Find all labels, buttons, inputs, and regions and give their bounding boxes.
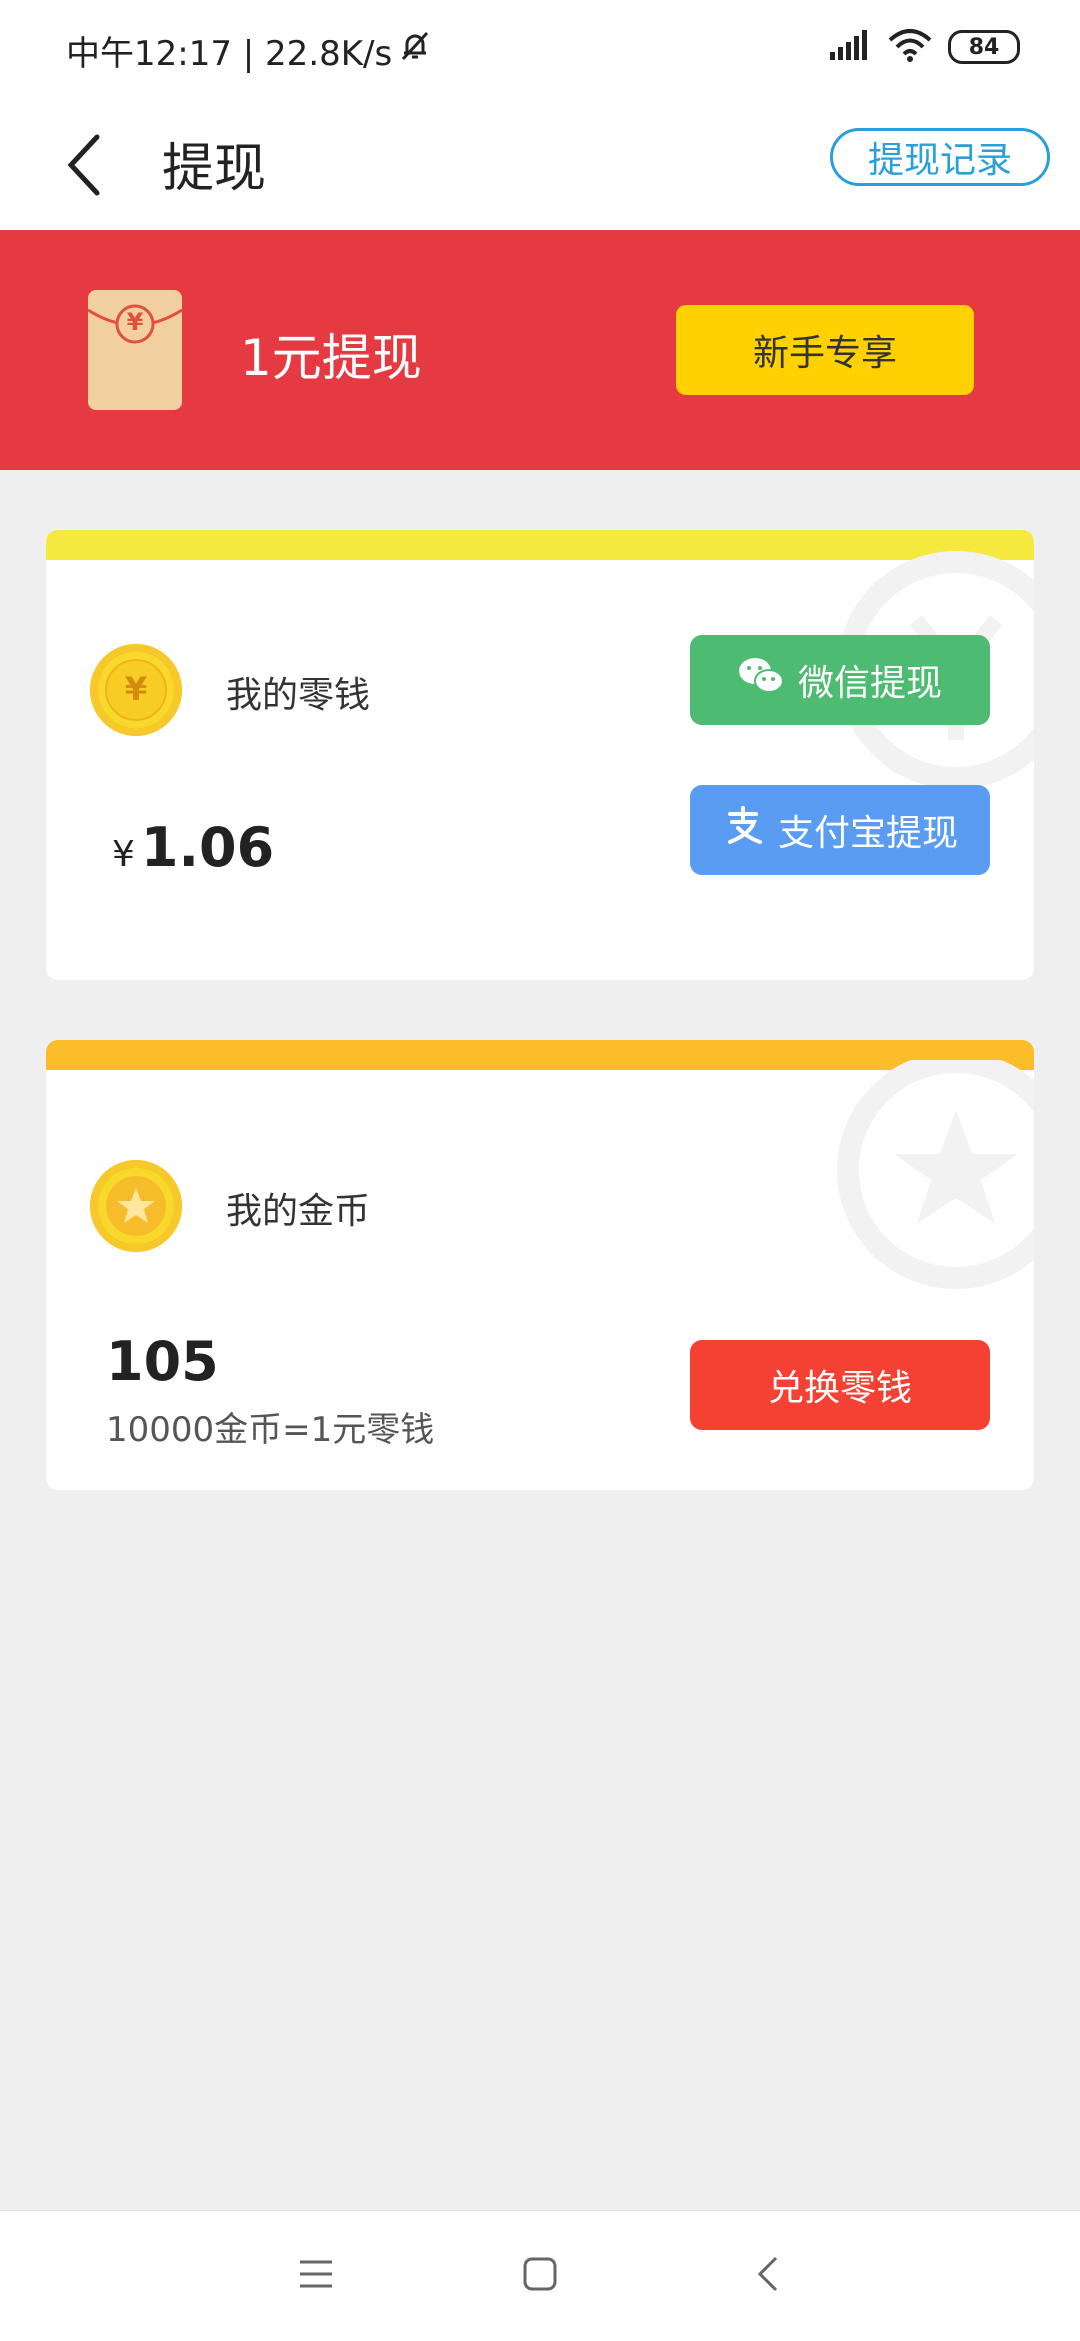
menu-icon [298, 2258, 334, 2294]
wifi-icon [888, 28, 932, 66]
status-right: 84 [830, 28, 1020, 66]
wallet-card: ¥ 我的零钱 微信提现 支付宝提现 ¥1.06 [46, 530, 1034, 980]
newbie-exclusive-button[interactable]: 新手专享 [676, 305, 974, 395]
yen-coin-icon: ¥ [90, 644, 182, 736]
chevron-left-icon [63, 133, 103, 201]
status-left: 中午12:17 | 22.8K/s [66, 26, 432, 75]
signal-icon [830, 30, 872, 64]
battery-indicator: 84 [948, 30, 1020, 64]
withdraw-record-button[interactable]: 提现记录 [830, 128, 1050, 186]
promo-banner: ¥ 1元提现 新手专享 [0, 230, 1080, 470]
status-bar: 中午12:17 | 22.8K/s 84 [0, 0, 1080, 100]
status-time-speed: 中午12:17 | 22.8K/s [66, 34, 393, 74]
wallet-amount: ¥1.06 [112, 816, 274, 879]
page-title: 提现 [162, 139, 267, 199]
header: 提现 提现记录 [0, 100, 1080, 230]
alipay-withdraw-button[interactable]: 支付宝提现 [690, 785, 990, 875]
coins-card: 我的金币 105 10000金币=1元零钱 兑换零钱 [46, 1040, 1034, 1490]
wechat-withdraw-label: 微信提现 [797, 663, 942, 704]
wallet-label: 我的零钱 [226, 675, 371, 716]
coin-symbol: ¥ [124, 670, 148, 708]
system-nav-bar [0, 2210, 1080, 2341]
coins-label: 我的金币 [226, 1191, 371, 1232]
wechat-icon [738, 656, 784, 705]
envelope-symbol: ¥ [126, 308, 144, 336]
wallet-amount-value: 1.06 [140, 816, 275, 879]
coins-count: 105 [106, 1330, 219, 1393]
star-coin-icon [90, 1160, 182, 1252]
alipay-icon [722, 805, 764, 855]
exchange-change-button[interactable]: 兑换零钱 [690, 1340, 990, 1430]
wechat-withdraw-button[interactable]: 微信提现 [690, 635, 990, 725]
bell-off-icon [398, 29, 432, 72]
back-arrow-icon [756, 2254, 780, 2298]
home-square-icon [522, 2256, 558, 2296]
nav-back-button[interactable] [738, 2251, 798, 2301]
nav-menu-button[interactable] [286, 2251, 346, 2301]
star-watermark-icon [776, 1051, 1034, 1324]
alipay-withdraw-label: 支付宝提现 [777, 813, 958, 854]
back-button[interactable] [48, 122, 118, 212]
currency-sign: ¥ [112, 834, 135, 875]
coins-rate: 10000金币=1元零钱 [106, 1410, 435, 1450]
banner-text: 1元提现 [240, 329, 422, 387]
red-envelope-icon: ¥ [88, 290, 182, 410]
nav-home-button[interactable] [510, 2251, 570, 2301]
